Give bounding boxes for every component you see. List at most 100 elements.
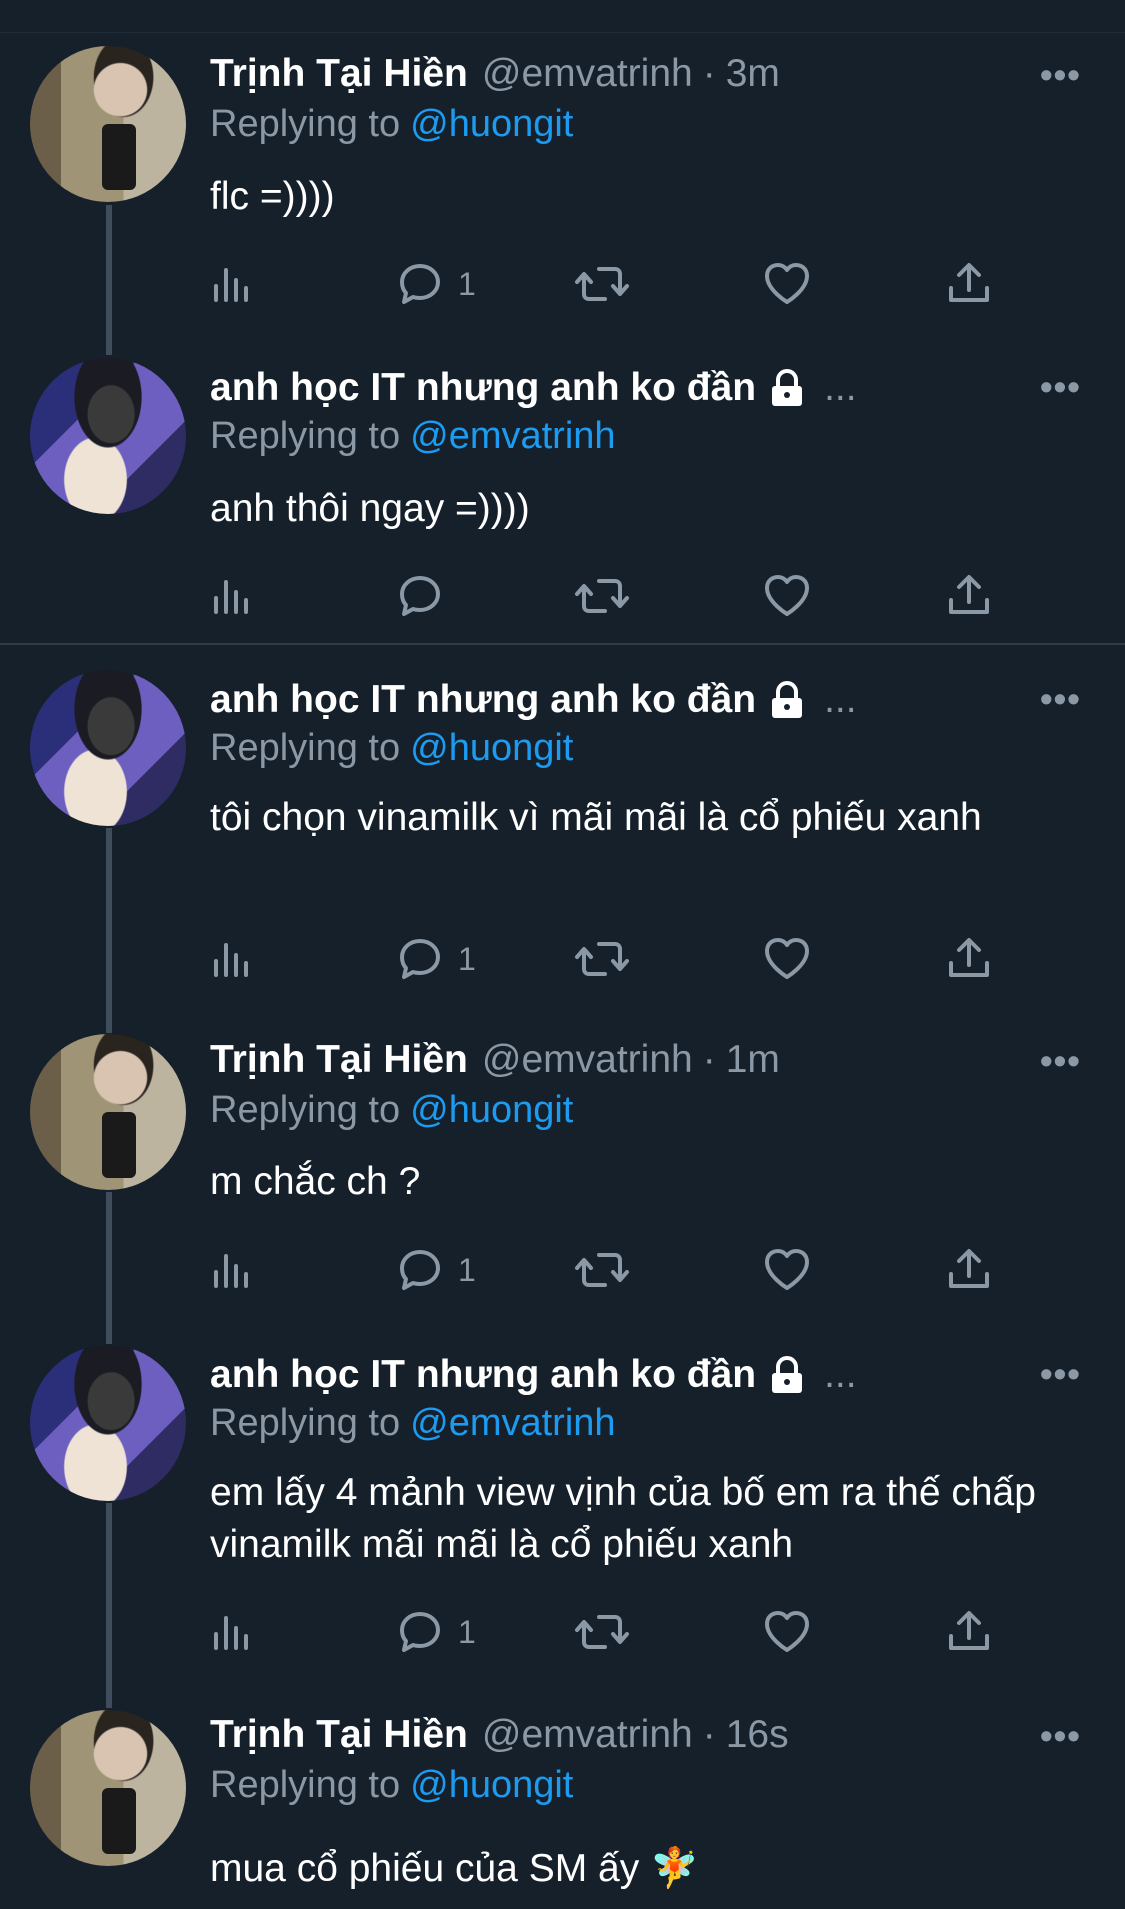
timestamp[interactable]: 1m — [726, 1038, 780, 1082]
display-name[interactable]: anh học IT nhưng anh ko đần — [210, 366, 756, 410]
display-name[interactable]: Trịnh Tại Hiền — [210, 52, 468, 96]
mention-link[interactable]: @emvatrinh — [410, 1402, 615, 1444]
share-button[interactable] — [946, 931, 992, 987]
share-icon — [949, 938, 989, 977]
display-name[interactable]: Trịnh Tại Hiền — [210, 1038, 468, 1082]
share-icon — [949, 575, 989, 614]
timestamp[interactable]: 3m — [726, 52, 780, 96]
mention-link[interactable]: @huongit — [410, 1089, 573, 1131]
heart-icon — [765, 1249, 809, 1290]
retweet-button[interactable] — [574, 1242, 630, 1298]
reply-count: 1 — [458, 1613, 476, 1650]
share-icon — [949, 263, 989, 302]
more-options-icon[interactable]: ••• — [1040, 678, 1081, 720]
heart-icon — [765, 938, 809, 979]
replying-to-label: Replying to — [210, 1089, 401, 1131]
like-button[interactable] — [762, 1604, 812, 1660]
mention-link[interactable]: @huongit — [410, 1764, 573, 1806]
views-icon[interactable] — [210, 931, 254, 987]
share-button[interactable] — [946, 256, 992, 312]
display-name[interactable]: Trịnh Tại Hiền — [210, 1713, 468, 1757]
retweet-icon — [575, 267, 629, 301]
reply-button[interactable] — [396, 568, 458, 624]
avatar[interactable] — [30, 1034, 186, 1190]
views-icon[interactable] — [210, 568, 254, 624]
more-options-icon[interactable]: ••• — [1040, 1040, 1081, 1082]
retweet-icon — [575, 1615, 629, 1649]
lock-icon — [766, 680, 808, 720]
reply-count: 1 — [458, 940, 476, 977]
heart-icon — [765, 575, 809, 616]
like-button[interactable] — [762, 931, 812, 987]
reply-button[interactable]: 1 — [396, 1242, 476, 1298]
reply-icon — [400, 939, 440, 979]
views-icon[interactable] — [210, 256, 254, 312]
reply-icon — [400, 1250, 440, 1290]
separator-dot: · — [702, 1038, 716, 1081]
retweet-icon — [575, 1253, 629, 1287]
reply-count: 1 — [458, 265, 476, 302]
like-button[interactable] — [762, 256, 812, 312]
retweet-icon — [575, 579, 629, 613]
name-ellipsis: ... — [824, 678, 857, 721]
more-options-icon[interactable]: ••• — [1040, 1715, 1081, 1757]
replying-to-label: Replying to — [210, 1402, 401, 1444]
handle[interactable]: @emvatrinh — [482, 1038, 693, 1082]
avatar[interactable] — [30, 670, 186, 826]
share-button[interactable] — [946, 568, 992, 624]
separator-dot: · — [702, 1713, 716, 1756]
share-icon — [949, 1249, 989, 1288]
replying-to-label: Replying to — [210, 415, 401, 457]
share-button[interactable] — [946, 1242, 992, 1298]
more-options-icon[interactable]: ••• — [1040, 366, 1081, 408]
tweet-text: em lấy 4 mảnh view vịnh của bố em ra thế… — [210, 1471, 1036, 1566]
name-ellipsis: ... — [824, 1353, 857, 1396]
avatar[interactable] — [30, 1710, 186, 1866]
avatar[interactable] — [30, 358, 186, 514]
mention-link[interactable]: @huongit — [410, 727, 573, 769]
share-icon — [949, 1611, 989, 1650]
thread-line — [106, 1503, 112, 1708]
mention-link[interactable]: @emvatrinh — [410, 415, 615, 457]
display-name[interactable]: anh học IT nhưng anh ko đần — [210, 1353, 756, 1397]
tweet-text: flc =)))) — [210, 175, 335, 218]
separator-dot: · — [702, 52, 716, 95]
tweet-text: mua cổ phiếu của SM ấy 🧚 — [210, 1847, 699, 1890]
tweet-text: tôi chọn vinamilk vì mãi mãi là cổ phiếu… — [210, 796, 982, 839]
heart-icon — [765, 1611, 809, 1652]
retweet-icon — [575, 942, 629, 976]
handle[interactable]: @emvatrinh — [482, 52, 693, 96]
reply-button[interactable]: 1 — [396, 1604, 476, 1660]
heart-icon — [765, 263, 809, 304]
handle[interactable]: @emvatrinh — [482, 1713, 693, 1757]
top-bar — [0, 0, 1125, 33]
more-options-icon[interactable]: ••• — [1040, 54, 1081, 96]
views-icon[interactable] — [210, 1604, 254, 1660]
avatar[interactable] — [30, 46, 186, 202]
tweet-text: anh thôi ngay =)))) — [210, 487, 530, 530]
lock-icon — [766, 1355, 808, 1395]
retweet-button[interactable] — [574, 931, 630, 987]
replying-to-label: Replying to — [210, 1764, 401, 1806]
reply-icon — [400, 1612, 440, 1652]
timestamp[interactable]: 16s — [726, 1713, 789, 1757]
retweet-button[interactable] — [574, 568, 630, 624]
thread-line — [106, 828, 112, 1033]
mention-link[interactable]: @huongit — [410, 103, 573, 145]
reply-count: 1 — [458, 1251, 476, 1288]
like-button[interactable] — [762, 568, 812, 624]
like-button[interactable] — [762, 1242, 812, 1298]
share-button[interactable] — [946, 1604, 992, 1660]
avatar[interactable] — [30, 1345, 186, 1501]
reply-button[interactable]: 1 — [396, 931, 476, 987]
retweet-button[interactable] — [574, 256, 630, 312]
more-options-icon[interactable]: ••• — [1040, 1353, 1081, 1395]
retweet-button[interactable] — [574, 1604, 630, 1660]
name-ellipsis: ... — [824, 366, 857, 409]
views-icon[interactable] — [210, 1242, 254, 1298]
replying-to-label: Replying to — [210, 727, 401, 769]
reply-button[interactable]: 1 — [396, 256, 476, 312]
display-name[interactable]: anh học IT nhưng anh ko đần — [210, 678, 756, 722]
replying-to-label: Replying to — [210, 103, 401, 145]
reply-icon — [400, 576, 440, 616]
